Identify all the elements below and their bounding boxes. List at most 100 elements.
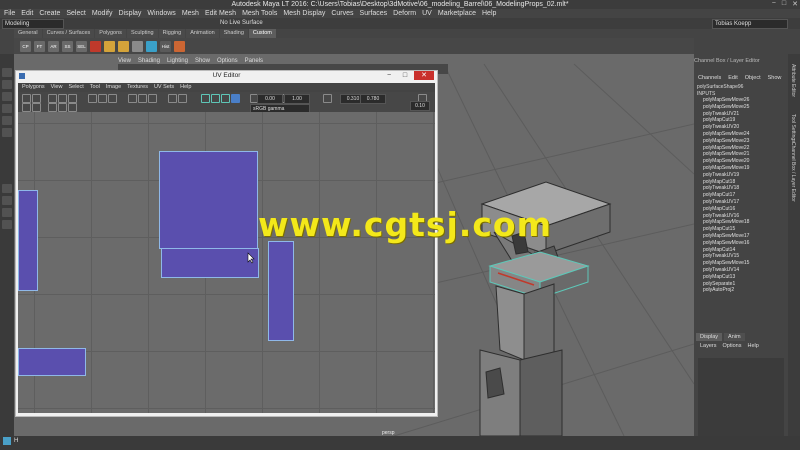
uv-smudge-icon[interactable]	[128, 94, 137, 103]
tab-channel-box[interactable]: Channel Box / Layer Editor	[790, 142, 796, 202]
uv-minimize-button[interactable]: −	[382, 71, 396, 80]
vp-menu-show[interactable]: Show	[195, 58, 210, 64]
menu-deform[interactable]: Deform	[393, 9, 416, 18]
shelf-tool-icon[interactable]: FT	[34, 40, 45, 52]
tab-curves-surfaces[interactable]: Curves / Surfaces	[42, 29, 95, 38]
shelf-tool-icon[interactable]: SEL	[76, 40, 87, 52]
list-item[interactable]: polyMapSewMove26	[703, 97, 749, 104]
uv-menu-help[interactable]: Help	[180, 83, 191, 92]
shelf-tool-icon[interactable]: AR	[48, 40, 59, 52]
cb-menu-channels[interactable]: Channels	[698, 75, 721, 81]
user-account[interactable]: Tobias Koepp	[712, 19, 788, 29]
exposure-field[interactable]: 0.00	[257, 94, 283, 104]
uv-grid-icon[interactable]	[98, 94, 107, 103]
uv-texture-space[interactable]	[18, 112, 435, 413]
maximize-button[interactable]: □	[782, 0, 786, 9]
uv-texture-icon[interactable]	[168, 94, 177, 103]
uv-pin-icon[interactable]	[138, 94, 147, 103]
uv-distortion-icon[interactable]	[211, 94, 220, 103]
shelf-tool-icon[interactable]: Hist	[160, 40, 171, 52]
tab-attribute-editor[interactable]: Attribute Editor	[790, 64, 796, 97]
uv-lasso-icon[interactable]	[32, 94, 41, 103]
tab-sculpting[interactable]: Sculpting	[126, 29, 158, 38]
list-item[interactable]: polyMapCut18	[703, 179, 749, 186]
menu-surfaces[interactable]: Surfaces	[360, 9, 388, 18]
tab-tool-settings[interactable]: Tool Settings	[790, 114, 796, 143]
uv-shell[interactable]	[159, 151, 258, 249]
tab-shading[interactable]: Shading	[219, 29, 248, 38]
list-item[interactable]: polyMapSewMove16	[703, 240, 749, 247]
list-item[interactable]: polyMapSewMove19	[703, 165, 749, 172]
list-item[interactable]: polyMapSewMove24	[703, 131, 749, 138]
shelf-tool-icon[interactable]	[174, 40, 185, 52]
uv-coord-icon[interactable]	[323, 94, 332, 103]
uv-menu-polygons[interactable]: Polygons	[22, 83, 45, 92]
outliner-icon[interactable]	[2, 220, 12, 229]
list-item[interactable]: polyMapSewMove20	[703, 158, 749, 165]
list-item[interactable]: polyMapCut17	[703, 192, 749, 199]
list-item[interactable]: polyMapCut15	[703, 226, 749, 233]
menu-mesh-tools[interactable]: Mesh Tools	[242, 9, 277, 18]
uv-menu-tool[interactable]: Tool	[90, 83, 100, 92]
uv-rotate-shell-icon[interactable]	[58, 94, 67, 103]
list-item[interactable]: polyTweakUV15	[703, 253, 749, 260]
uv-borders-icon[interactable]	[221, 94, 230, 103]
maya-taskbar-icon[interactable]	[3, 437, 11, 445]
uv-isolate-icon[interactable]	[148, 94, 157, 103]
list-item[interactable]: polyMapCut14	[703, 247, 749, 254]
shelf-tool-icon[interactable]: CP	[20, 40, 31, 52]
menu-display[interactable]: Display	[118, 9, 141, 18]
layout-two-icon[interactable]	[2, 208, 12, 217]
vp-menu-options[interactable]: Options	[217, 58, 238, 64]
menu-mesh-display[interactable]: Mesh Display	[283, 9, 325, 18]
menu-create[interactable]: Create	[39, 9, 60, 18]
paint-select-icon[interactable]	[2, 92, 12, 101]
uv-image-icon[interactable]	[231, 94, 240, 103]
list-item[interactable]: polyTweakUV16	[703, 213, 749, 220]
uv-menu-view[interactable]: View	[51, 83, 63, 92]
uv-shell[interactable]	[268, 241, 294, 341]
uv-move-icon[interactable]	[22, 103, 31, 112]
v-coordinate-field[interactable]: 0.780	[360, 94, 386, 104]
uv-snapshot-icon[interactable]	[108, 94, 117, 103]
lasso-tool-icon[interactable]	[2, 80, 12, 89]
tab-general[interactable]: General	[14, 29, 42, 38]
tab-display[interactable]: Display	[696, 333, 723, 341]
list-item[interactable]: polyMapSewMove17	[703, 233, 749, 240]
list-item[interactable]: polyMapSewMove15	[703, 260, 749, 267]
uv-flip-icon[interactable]	[48, 94, 57, 103]
uv-select-icon[interactable]	[22, 94, 31, 103]
list-item[interactable]: polyMapSewMove21	[703, 151, 749, 158]
minimize-button[interactable]: −	[772, 0, 776, 9]
list-item[interactable]: polySeparate1	[703, 281, 749, 288]
layer-menu-help[interactable]: Help	[747, 343, 758, 349]
uv-align-icon[interactable]	[68, 94, 77, 103]
shelf-tool-icon[interactable]	[90, 40, 101, 52]
tab-anim[interactable]: Anim	[724, 333, 745, 341]
list-item[interactable]: polyTweakUV19	[703, 172, 749, 179]
uv-cut-icon[interactable]	[48, 103, 57, 112]
cb-menu-object[interactable]: Object	[745, 75, 761, 81]
list-item[interactable]: polyTweakUV21	[703, 111, 749, 118]
shelf-tool-icon[interactable]	[146, 40, 157, 52]
vp-menu-view[interactable]: View	[118, 58, 131, 64]
layer-menu-layers[interactable]: Layers	[700, 343, 717, 349]
list-item[interactable]: polyMapCut13	[703, 274, 749, 281]
list-item[interactable]: polyMapSewMove18	[703, 219, 749, 226]
layout-single-icon[interactable]	[2, 184, 12, 193]
object-name[interactable]: polySurfaceShape96	[697, 84, 743, 90]
menu-select[interactable]: Select	[66, 9, 85, 18]
uv-editor-title[interactable]: UV Editor	[15, 70, 438, 82]
shelf-tool-icon[interactable]: SS	[62, 40, 73, 52]
close-button[interactable]: ✕	[792, 0, 798, 9]
list-item[interactable]: polyTweakUV20	[703, 124, 749, 131]
vp-menu-shading[interactable]: Shading	[138, 58, 160, 64]
rotate-tool-icon[interactable]	[2, 116, 12, 125]
cb-menu-show[interactable]: Show	[768, 75, 782, 81]
uv-menu-uv-sets[interactable]: UV Sets	[154, 83, 174, 92]
list-item[interactable]: polyMapCut16	[703, 206, 749, 213]
list-item[interactable]: polyTweakUV18	[703, 185, 749, 192]
uv-menu-select[interactable]: Select	[68, 83, 83, 92]
menu-help[interactable]: Help	[482, 9, 496, 18]
uv-shell[interactable]	[18, 190, 38, 291]
